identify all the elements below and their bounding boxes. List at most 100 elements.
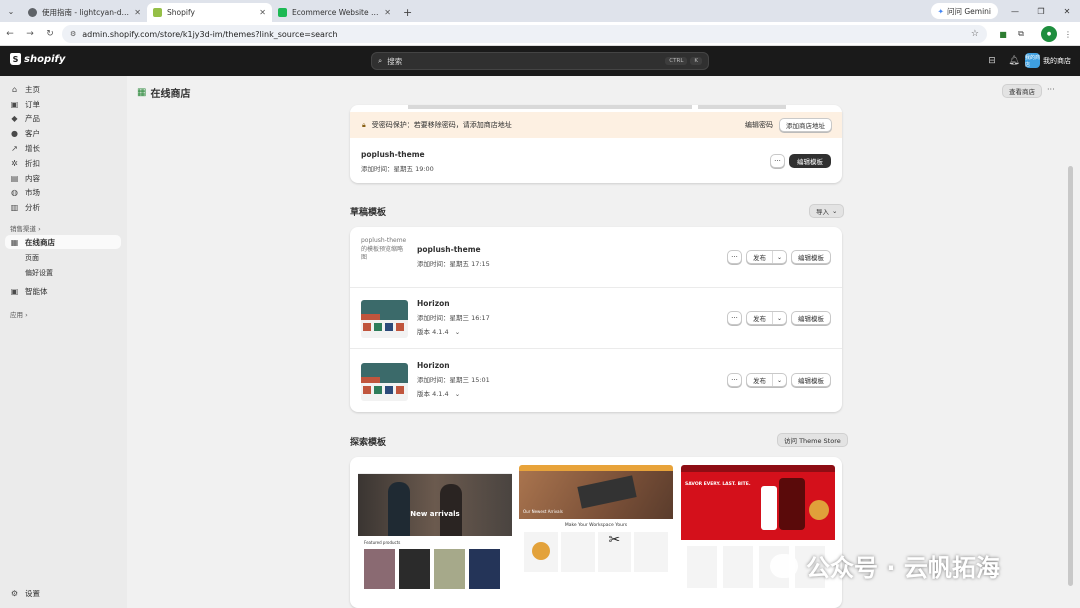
- theme-more-button[interactable]: ···: [726, 373, 742, 387]
- forward-icon[interactable]: →: [20, 29, 40, 39]
- theme-preview-food[interactable]: SAVOR EVERY. LAST. BITE.: [681, 465, 835, 608]
- sidebar-item-label: 智能体: [25, 286, 48, 296]
- bookmark-star-icon[interactable]: ☆: [971, 29, 979, 39]
- apps-heading[interactable]: 应用 ›: [10, 309, 28, 319]
- drafts-heading: 草稿模板: [350, 208, 387, 218]
- bell-icon[interactable]: 🔔︎: [1007, 54, 1021, 68]
- broken-thumbnail-image: poplush-theme 的模板预览缩略图: [361, 237, 407, 261]
- sidebar-item-label: 产品: [25, 113, 40, 123]
- page-more-button[interactable]: ···: [1047, 85, 1055, 94]
- sidebar-subitem-pages[interactable]: 页面: [25, 253, 39, 263]
- preview-section-title: Featured products: [364, 540, 401, 545]
- theme-version[interactable]: 版本 4.1.4 ⌄: [417, 326, 490, 336]
- search-icon: ⌕: [378, 56, 383, 65]
- person-icon: ●: [11, 128, 18, 138]
- site-info-icon[interactable]: ⚙: [70, 30, 76, 38]
- preview-headline: SAVOR EVERY. LAST. BITE.: [685, 482, 751, 487]
- sidebar-item-settings[interactable]: ⚙ 设置: [5, 586, 121, 600]
- publish-split-button[interactable]: 发布 ⌄: [745, 373, 787, 387]
- chevron-right-icon: ›: [25, 311, 28, 319]
- add-store-address-button[interactable]: 添加商店地址: [779, 118, 832, 132]
- url-field[interactable]: ⚙ admin.shopify.com/store/k1jy3d-im/them…: [62, 25, 987, 43]
- visit-theme-store-button[interactable]: 访问 Theme Store: [777, 433, 848, 447]
- gemini-button[interactable]: ✦ 问问 Gemini: [930, 3, 998, 19]
- view-store-button[interactable]: 查看商店: [1002, 84, 1042, 98]
- logo-text: shopify: [24, 53, 66, 65]
- edit-theme-button[interactable]: 编辑模板: [789, 154, 831, 168]
- horizon-thumbnail: [361, 300, 408, 338]
- sidebar-subitem-preferences[interactable]: 偏好设置: [25, 268, 53, 278]
- edit-theme-button[interactable]: 编辑模板: [791, 250, 831, 264]
- sidebar: ⌂ 主页 ▣ 订单 ◆ 产品 ● 客户 ↗ 增长 ✲ 折扣 ▤ 内容 ◍ 市场 ▥ 分析 销售渠道…: [0, 76, 127, 608]
- maximize-button[interactable]: ❐: [1028, 0, 1054, 22]
- storefront-icon: ▦: [10, 237, 19, 247]
- minimize-button[interactable]: —: [1002, 0, 1028, 22]
- close-window-button[interactable]: ✕: [1054, 0, 1080, 22]
- theme-more-button[interactable]: ···: [770, 154, 785, 168]
- sidebar-item-online-store[interactable]: ▦ 在线商店: [5, 235, 121, 249]
- sales-channels-heading[interactable]: 销售渠道 ›: [10, 223, 41, 233]
- chevron-down-icon[interactable]: ⌄: [771, 251, 786, 263]
- edit-theme-button[interactable]: 编辑模板: [791, 311, 831, 325]
- reload-icon[interactable]: ↻: [40, 29, 60, 39]
- search-input[interactable]: ⌕ 搜索 CTRL K: [371, 52, 709, 70]
- browser-tab-shopify[interactable]: Shopify ✕: [147, 3, 272, 22]
- sidebar-item-label: 订单: [25, 99, 40, 109]
- sidebar-item-markets[interactable]: ◍ 市场: [5, 185, 121, 199]
- sidebar-item-label: 主页: [25, 84, 40, 94]
- tab-close-icon[interactable]: ✕: [384, 8, 391, 17]
- theme-preview-strip: [698, 105, 786, 109]
- puzzle-icon[interactable]: ⧉: [1013, 26, 1029, 42]
- publish-button[interactable]: 发布: [747, 251, 772, 263]
- globe-icon: ◍: [11, 187, 18, 197]
- sidebar-item-customers[interactable]: ● 客户: [5, 126, 121, 140]
- sidebar-item-label: 分析: [25, 202, 40, 212]
- browser-menu-icon[interactable]: ⋮: [1060, 26, 1076, 42]
- sidebar-item-orders[interactable]: ▣ 订单: [5, 97, 121, 111]
- browser-tab-guide[interactable]: 使用指南 - lightcyan-dove-50 ✕: [22, 3, 147, 22]
- page-scrollbar[interactable]: [1068, 166, 1073, 586]
- gemini-label: 问问 Gemini: [946, 6, 991, 16]
- publish-split-button[interactable]: 发布 ⌄: [745, 311, 787, 325]
- tab-close-icon[interactable]: ✕: [134, 8, 141, 17]
- theme-more-button[interactable]: ···: [726, 311, 742, 325]
- edit-password-link[interactable]: 编辑密码: [745, 120, 773, 130]
- watermark-text: 公众号 · 云帆拓海: [806, 554, 1000, 582]
- edit-theme-button[interactable]: 编辑模板: [791, 373, 831, 387]
- sidebar-item-home[interactable]: ⌂ 主页: [5, 82, 121, 96]
- extension-icon[interactable]: ■: [995, 26, 1011, 42]
- wechat-icon: [770, 553, 798, 578]
- publish-button[interactable]: 发布: [747, 312, 772, 324]
- address-bar: ← → ↻ ⚙ admin.shopify.com/store/k1jy3d-i…: [0, 22, 1080, 46]
- publish-button[interactable]: 发布: [747, 374, 772, 386]
- chevron-down-icon[interactable]: ⌄: [771, 374, 786, 386]
- theme-preview-workspace[interactable]: Our Newest Arrivals Make Your Workspace …: [519, 465, 673, 608]
- store-menu[interactable]: 我的商店 我的商店: [1025, 53, 1071, 68]
- publish-split-button[interactable]: 发布 ⌄: [745, 250, 787, 264]
- theme-preview-apparel[interactable]: New arrivals Featured products: [358, 465, 512, 608]
- sidebar-item-discounts[interactable]: ✲ 折扣: [5, 156, 121, 170]
- tab-close-icon[interactable]: ✕: [259, 8, 266, 17]
- tab-menu-icon[interactable]: ⌄: [0, 0, 22, 22]
- back-icon[interactable]: ←: [0, 29, 20, 39]
- sparkle-icon: ✦: [937, 6, 944, 16]
- import-button[interactable]: 导入 ⌄: [809, 204, 845, 218]
- horizon-thumbnail: [361, 363, 408, 401]
- chevron-down-icon[interactable]: ⌄: [771, 312, 786, 324]
- theme-added-time: 添加时间：星期三 15:01: [417, 376, 490, 384]
- orders-icon: ▣: [10, 99, 19, 109]
- sidebar-item-products[interactable]: ◆ 产品: [5, 111, 121, 125]
- sidebar-item-agent[interactable]: ▣ 智能体: [5, 284, 121, 298]
- sidebar-item-analytics[interactable]: ▥ 分析: [5, 200, 121, 214]
- theme-version[interactable]: 版本 4.1.4 ⌄: [417, 388, 490, 398]
- shopify-logo[interactable]: S shopify: [10, 53, 65, 65]
- browser-tab-ecommerce[interactable]: Ecommerce Website Templat ✕: [272, 3, 397, 22]
- theme-more-button[interactable]: ···: [726, 250, 742, 264]
- new-tab-button[interactable]: +: [397, 3, 418, 22]
- url-text: admin.shopify.com/store/k1jy3d-im/themes…: [82, 29, 338, 39]
- sidebar-item-growth[interactable]: ↗ 增长: [5, 141, 121, 155]
- inbox-icon[interactable]: ⊟: [985, 54, 999, 68]
- profile-avatar[interactable]: ●: [1041, 26, 1057, 42]
- section-label: 应用: [10, 311, 23, 319]
- sidebar-item-content[interactable]: ▤ 内容: [5, 171, 121, 185]
